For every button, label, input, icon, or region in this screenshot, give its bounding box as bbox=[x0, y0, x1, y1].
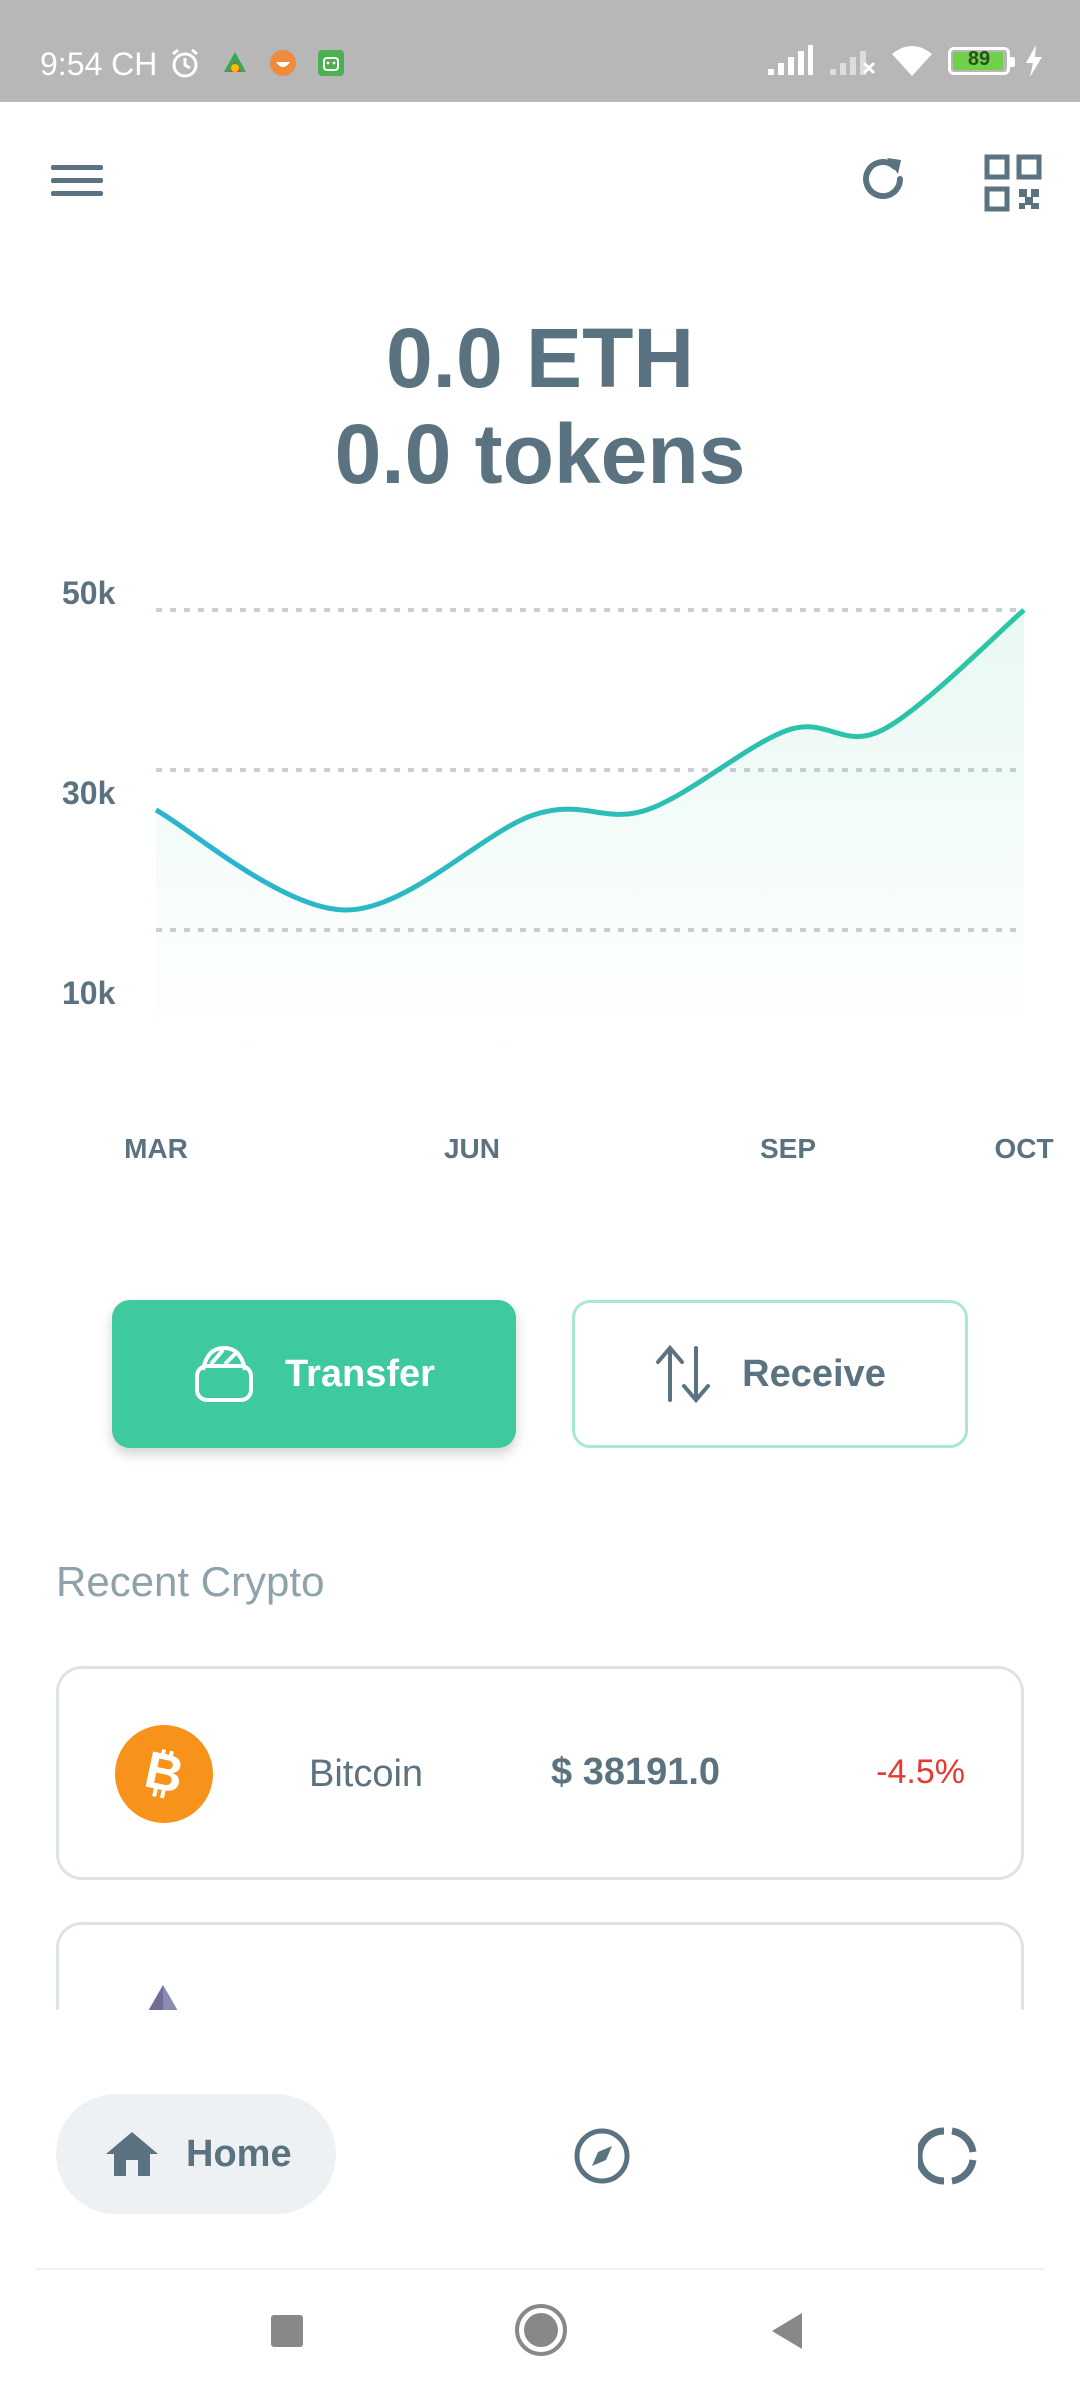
coin-price: $ 38191.0 bbox=[551, 1751, 721, 1793]
swap-arrows-icon bbox=[656, 1344, 711, 1404]
square-icon bbox=[271, 2315, 303, 2347]
y-tick-label: 30k bbox=[62, 775, 116, 811]
app-bar bbox=[0, 102, 1080, 262]
nav-divider bbox=[36, 2268, 1044, 2270]
refresh-icon bbox=[863, 158, 903, 200]
recent-crypto-list: B Bitcoin $ 38191.0 -4.5% bbox=[0, 1660, 1080, 2010]
compass-icon bbox=[574, 2128, 630, 2184]
alarm-icon bbox=[172, 48, 198, 78]
balance-summary: 0.0 ETH 0.0 tokens bbox=[0, 310, 1080, 502]
wallet-bag-icon bbox=[195, 1345, 254, 1402]
status-notification-icons bbox=[168, 46, 346, 80]
qr-scan-button[interactable] bbox=[972, 142, 1054, 224]
nav-explore-tab[interactable] bbox=[560, 2114, 644, 2198]
bitcoin-icon: B bbox=[115, 1725, 213, 1823]
qr-code-icon bbox=[984, 154, 1042, 212]
back-triangle-icon bbox=[772, 2313, 802, 2349]
list-item[interactable]: B Bitcoin $ 38191.0 -4.5% bbox=[56, 1666, 1024, 1880]
system-navigation-bar bbox=[0, 2272, 1080, 2400]
x-tick-label: JUN bbox=[444, 1133, 500, 1164]
home-system-button[interactable] bbox=[506, 2292, 576, 2368]
ethereum-icon bbox=[148, 1985, 178, 2010]
y-tick-label: 10k bbox=[62, 975, 116, 1011]
signal-icon bbox=[768, 45, 813, 75]
wifi-icon bbox=[892, 46, 932, 76]
menu-button[interactable] bbox=[36, 140, 118, 222]
menu-icon bbox=[51, 165, 103, 196]
status-time: 9:54 CH bbox=[40, 46, 158, 82]
nav-portfolio-tab[interactable] bbox=[906, 2114, 990, 2198]
battery-level: 89 bbox=[967, 48, 991, 70]
x-tick-label: SEP bbox=[760, 1133, 816, 1164]
refresh-button[interactable] bbox=[842, 138, 924, 220]
coin-change: -4.5% bbox=[876, 1753, 965, 1791]
y-tick-label: 50k bbox=[62, 575, 116, 611]
recents-button[interactable] bbox=[252, 2296, 322, 2366]
recent-crypto-title: Recent Crypto bbox=[56, 1558, 325, 1605]
transfer-button[interactable]: Transfer bbox=[112, 1300, 516, 1448]
x-tick-label: MAR bbox=[124, 1133, 188, 1164]
receive-label: Receive bbox=[742, 1352, 886, 1395]
circle-icon bbox=[515, 2304, 567, 2356]
list-item[interactable] bbox=[56, 1922, 1024, 2010]
x-tick-label: OCT bbox=[994, 1133, 1053, 1164]
receive-button[interactable]: Receive bbox=[572, 1300, 968, 1448]
nav-home-tab[interactable]: Home bbox=[56, 2094, 336, 2214]
back-button[interactable] bbox=[752, 2296, 822, 2366]
nav-home-label: Home bbox=[186, 2132, 292, 2175]
portfolio-icon bbox=[918, 2127, 977, 2185]
play-games-icon bbox=[224, 52, 246, 72]
battery-icon: 89 bbox=[948, 47, 1015, 75]
chart-area-fill bbox=[156, 610, 1024, 1050]
signal-weak-icon bbox=[830, 51, 876, 75]
price-chart: 50k 30k 10k MAR JUN SEP OCT bbox=[62, 575, 1054, 1164]
charging-icon bbox=[1026, 45, 1042, 77]
bottom-navigation: Home bbox=[0, 2010, 1080, 2270]
android-icon bbox=[318, 50, 344, 76]
app-icon bbox=[270, 50, 296, 76]
status-system-icons: 89 bbox=[766, 44, 1044, 78]
token-balance: 0.0 tokens bbox=[334, 407, 746, 501]
coin-name: Bitcoin bbox=[309, 1753, 424, 1795]
home-icon bbox=[106, 2132, 158, 2176]
transfer-label: Transfer bbox=[285, 1352, 435, 1395]
eth-balance: 0.0 ETH bbox=[385, 311, 695, 405]
status-bar: 9:54 CH 89 bbox=[0, 0, 1080, 102]
